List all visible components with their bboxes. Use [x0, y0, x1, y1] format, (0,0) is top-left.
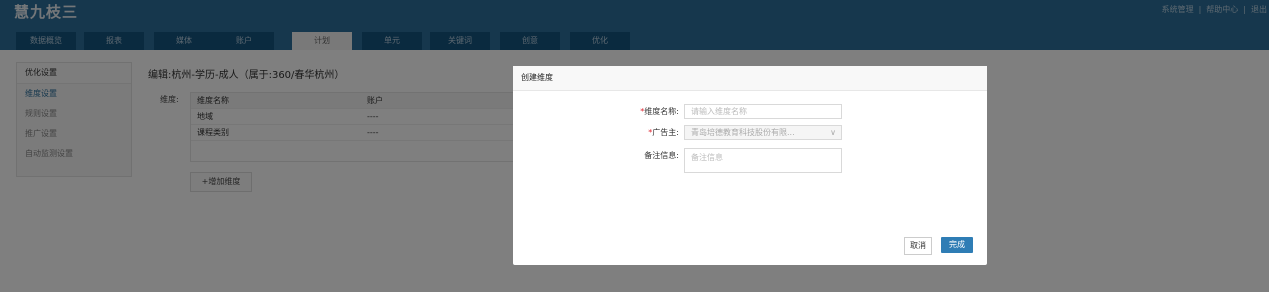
advertiser-select[interactable]: 青岛培德教育科技股份有限... ∨	[684, 125, 842, 140]
dimension-name-label: *维度名称:	[640, 107, 679, 116]
confirm-button[interactable]: 完成	[941, 237, 973, 253]
chevron-down-icon: ∨	[830, 128, 836, 137]
dimension-name-input[interactable]	[684, 104, 842, 119]
create-dimension-dialog: 创建维度 *维度名称: *广告主: 青岛培德教育科技股份有限... ∨ 备注信息…	[513, 66, 987, 265]
advertiser-label: *广告主:	[648, 128, 679, 137]
cancel-button[interactable]: 取消	[904, 237, 932, 255]
advertiser-selected-value: 青岛培德教育科技股份有限...	[691, 128, 795, 137]
dialog-title: 创建维度	[513, 66, 987, 91]
remark-label: 备注信息:	[644, 151, 679, 160]
remark-textarea[interactable]	[684, 148, 842, 173]
